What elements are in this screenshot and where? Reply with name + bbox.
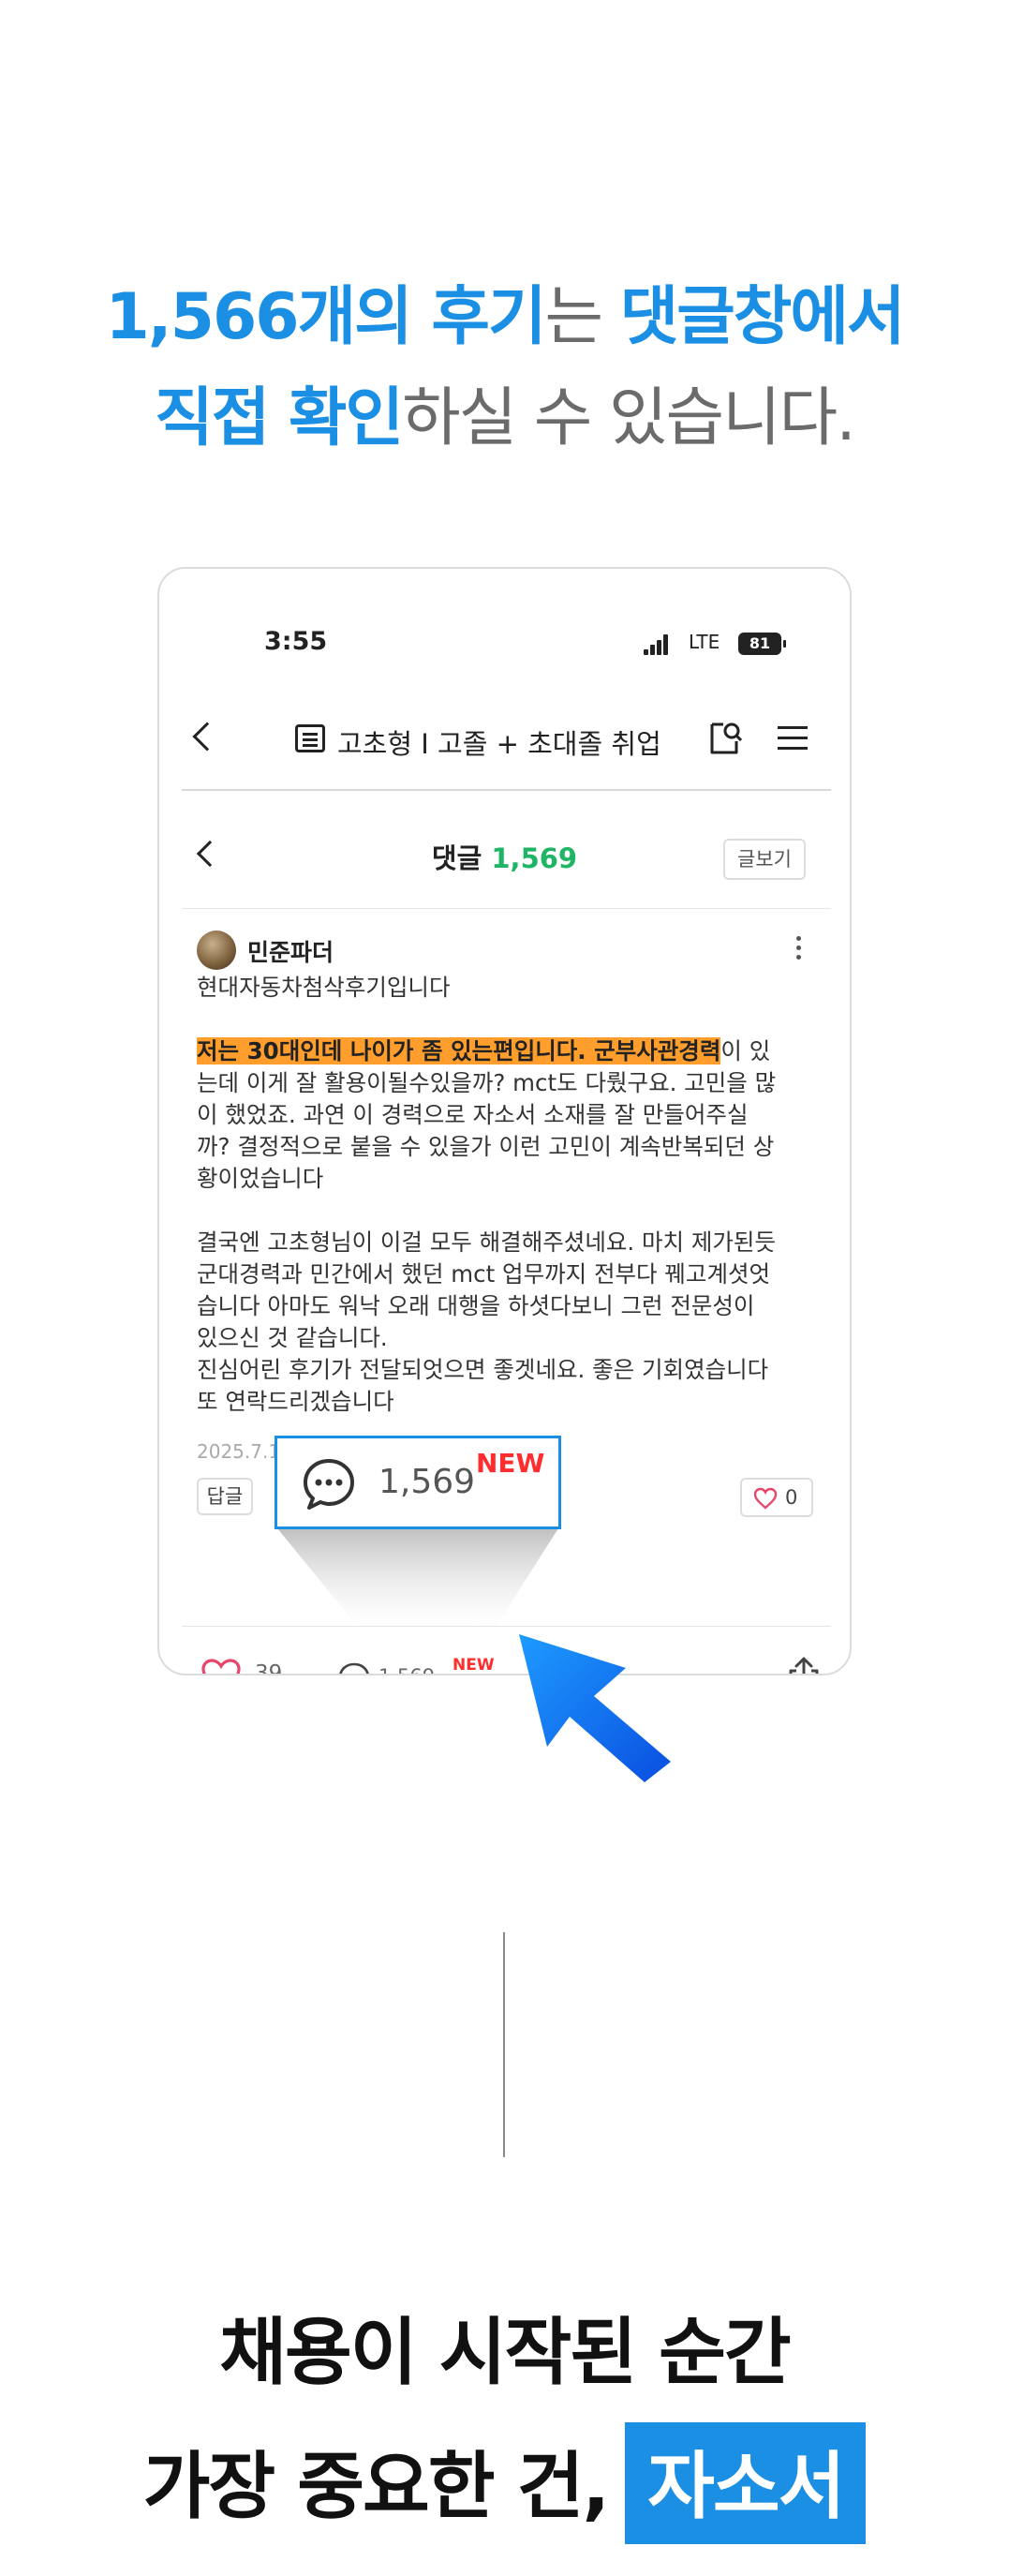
- headline-particle: 는: [544, 280, 620, 354]
- status-time: 3:55: [264, 627, 328, 656]
- battery-icon: 81: [738, 633, 786, 655]
- network-label: LTE: [689, 631, 720, 653]
- list-icon: [295, 724, 325, 752]
- status-bar: 3:55 LTE 81: [159, 627, 850, 664]
- more-icon[interactable]: [796, 936, 802, 964]
- headline-review-count: 1,566개의 후기: [105, 280, 546, 354]
- phone-mockup: 3:55 LTE 81 고초형 I 고졸 + 초대졸 취업 댓글 1,569 글…: [157, 567, 852, 1675]
- comment-count-callout: 1,569 NEW: [275, 1436, 561, 1529]
- comments-label: 댓글: [431, 842, 482, 874]
- board-title[interactable]: 고초형 I 고졸 + 초대졸 취업: [337, 722, 661, 762]
- comment-body: 현대자동차첨삭후기입니다 저는 30대인데 나이가 좀 있는편입니다. 군부사관…: [197, 972, 820, 1418]
- footer-text: 가장 중요한 건,: [142, 2445, 611, 2529]
- new-badge: NEW: [453, 1656, 495, 1675]
- comment-bubble-icon: [304, 1459, 354, 1510]
- footer-highlight-box: 자소서: [625, 2422, 867, 2544]
- pointer-arrow-icon: [519, 1634, 671, 1782]
- comment-line: 까? 결정적으로 붙을 수 있을가 이런 고민이 계속반복되던 상: [197, 1133, 775, 1160]
- comment-line: 또 연락드리겠습니다: [197, 1388, 394, 1415]
- comment-line: 결국엔 고초형님이 이걸 모두 해결해주셨네요. 마치 제가된듯: [197, 1228, 777, 1256]
- comment-line: 있으신 것 같습니다.: [197, 1324, 388, 1351]
- bookmark-search-icon[interactable]: [708, 721, 742, 756]
- top-nav: 고초형 I 고졸 + 초대졸 취업: [159, 709, 850, 784]
- comment-line: 진심어린 후기가 전달되엇으면 좋겟네요. 좋은 기회였습니다: [197, 1356, 769, 1383]
- bottom-action-bar: 39 1,569 NEW: [159, 1637, 850, 1675]
- divider-line: [503, 1932, 505, 2157]
- comment-line: 저는 30대인데 나이가 좀 있는편입니다. 군부사관경력이 있: [197, 1037, 771, 1065]
- headline-check-directly: 직접 확인: [155, 381, 404, 455]
- headline-line-2: 직접 확인하실 수 있습니다.: [0, 365, 1009, 458]
- back-icon[interactable]: [192, 722, 222, 752]
- menu-icon[interactable]: [778, 726, 808, 751]
- comment-line: 는데 이게 잘 활용이될수있을까? mct도 다뤘구요. 고민을 많: [197, 1069, 777, 1096]
- like-count: 39: [255, 1661, 283, 1675]
- share-icon[interactable]: [785, 1656, 823, 1675]
- avatar[interactable]: [197, 931, 236, 970]
- comment-line: 군대경력과 민간에서 했던 mct 업무까지 전부다 꿰고계셧엇: [197, 1260, 771, 1288]
- footer-line-1: 채용이 시작된 순간: [219, 2311, 791, 2395]
- comment-line: 습니다 아마도 워낙 오래 대행을 하셧다보니 그런 전문성이: [197, 1292, 755, 1319]
- divider: [182, 789, 831, 791]
- author-name[interactable]: 민준파더: [247, 934, 334, 968]
- view-post-button[interactable]: 글보기: [723, 839, 806, 880]
- reply-button[interactable]: 답글: [197, 1478, 253, 1515]
- callout-count: 1,569: [378, 1463, 476, 1501]
- new-badge: NEW: [476, 1448, 545, 1479]
- heart-icon: [753, 1487, 778, 1510]
- comments-header: 댓글 1,569 글보기: [159, 812, 850, 897]
- comment-line: 이 했었죠. 과연 이 경력으로 자소서 소재를 잘 만들어주실: [197, 1101, 749, 1128]
- highlighted-text: 저는 30대인데 나이가 좀 있는편입니다. 군부사관경력: [197, 1037, 721, 1065]
- signal-icon: [644, 634, 670, 655]
- divider: [182, 908, 831, 909]
- headline-comment-window: 댓글창에서: [619, 280, 906, 354]
- headline-line-1: 1,566개의 후기는 댓글창에서: [0, 264, 1009, 357]
- comment-line: 현대자동차첨삭후기입니다: [197, 974, 451, 1001]
- heart-icon[interactable]: [200, 1658, 242, 1675]
- headline-suffix: 하실 수 있습니다.: [402, 381, 856, 455]
- footer-line-2: 가장 중요한 건, 자소서: [0, 2422, 1009, 2544]
- comment-like-count: 0: [785, 1486, 798, 1509]
- comment-like-button[interactable]: 0: [740, 1478, 813, 1517]
- zoom-beam: [277, 1528, 558, 1631]
- divider: [182, 1626, 831, 1627]
- comments-count: 1,569: [491, 842, 578, 874]
- comment-bubble-icon[interactable]: [337, 1661, 371, 1675]
- comment-count[interactable]: 1,569: [378, 1665, 435, 1674]
- comment-line: 황이었습니다: [197, 1165, 324, 1192]
